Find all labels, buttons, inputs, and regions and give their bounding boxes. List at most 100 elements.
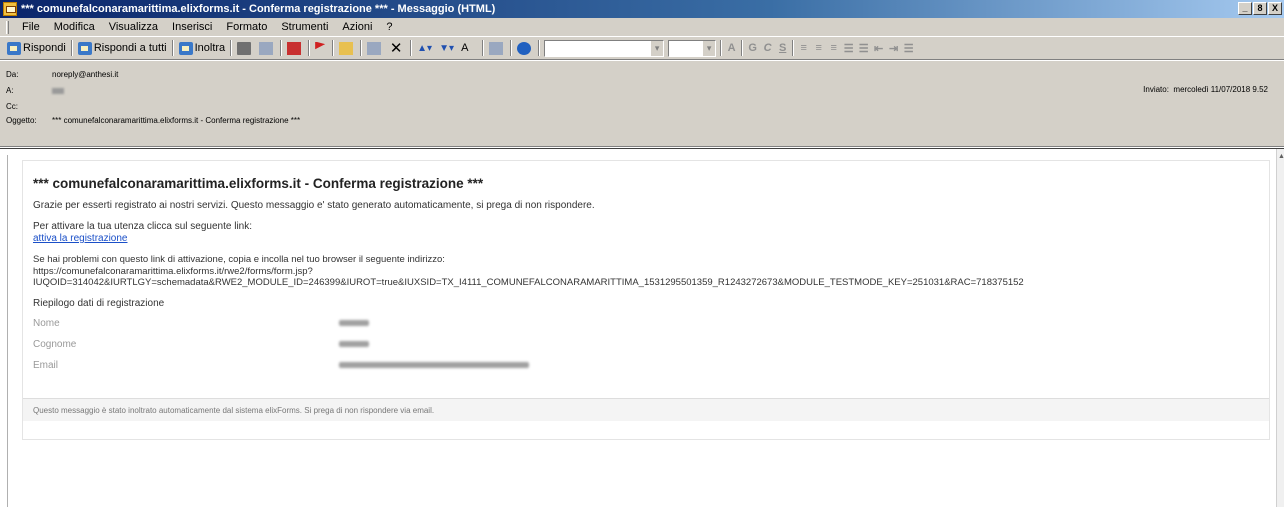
summary-table: Nome Cognome Email bbox=[33, 313, 1259, 376]
toolbar-separator bbox=[280, 40, 283, 56]
help-button[interactable] bbox=[514, 39, 536, 58]
data-row: Nome bbox=[33, 313, 1259, 334]
copy-button[interactable] bbox=[256, 39, 278, 58]
close-button[interactable]: X bbox=[1268, 2, 1282, 15]
cc-row: Cc: bbox=[6, 102, 52, 111]
font-size-combo[interactable] bbox=[668, 39, 717, 57]
url-line-2: IUQOID=314042&IURTLGY=schemadata&RWE2_MO… bbox=[33, 277, 1024, 288]
menu-modifica[interactable]: Modifica bbox=[47, 21, 102, 33]
envelope-icon bbox=[3, 2, 17, 16]
fallback-instructions: Se hai problemi con questo link di attiv… bbox=[33, 254, 1259, 289]
toolbar-separator bbox=[308, 40, 311, 56]
font-color-button[interactable]: A bbox=[724, 42, 739, 54]
font-size-icon: A bbox=[461, 41, 469, 54]
move-button[interactable] bbox=[284, 39, 306, 58]
activate-instructions: Per attivare la tua utenza clicca sul se… bbox=[33, 221, 1259, 245]
forward-button[interactable]: Inoltra bbox=[176, 39, 229, 58]
thanks-text: Grazie per esserti registrato ai nostri … bbox=[33, 200, 595, 211]
menu-strumenti[interactable]: Strumenti bbox=[274, 21, 335, 33]
field-label: Cognome bbox=[33, 338, 77, 350]
align-right-button[interactable]: ≡ bbox=[826, 42, 841, 54]
toolbar-separator bbox=[741, 40, 744, 56]
next-item-button[interactable]: ▼▾ bbox=[436, 39, 458, 58]
sent-info: Inviato: mercoledì 11/07/2018 9.52 bbox=[1143, 85, 1268, 94]
field-label: Email bbox=[33, 359, 59, 371]
italic-button[interactable]: C bbox=[760, 42, 775, 54]
toolbar-separator bbox=[360, 40, 363, 56]
forward-label: Inoltra bbox=[194, 42, 226, 54]
to-value-redacted[interactable] bbox=[52, 88, 64, 94]
cc-label: Cc: bbox=[6, 102, 18, 111]
reply-label: Rispondi bbox=[23, 42, 66, 54]
subject-value: *** comunefalconaramarittima.elixforms.i… bbox=[52, 116, 301, 125]
menu-formato[interactable]: Formato bbox=[219, 21, 274, 33]
sent-value: mercoledì 11/07/2018 9.52 bbox=[1173, 85, 1268, 94]
font-size-button[interactable]: A bbox=[458, 39, 480, 58]
reply-all-label: Rispondi a tutti bbox=[93, 42, 167, 54]
align-center-button[interactable]: ≡ bbox=[811, 42, 826, 54]
previous-item-button[interactable]: ▲▾ bbox=[414, 39, 436, 58]
toolbar: Rispondi Rispondi a tutti Inoltra ✕ ▲▾ ▼… bbox=[0, 37, 1284, 60]
reply-all-button[interactable]: Rispondi a tutti bbox=[75, 39, 170, 58]
vertical-scrollbar[interactable]: ▲ bbox=[1276, 149, 1284, 507]
print-button[interactable] bbox=[234, 39, 256, 58]
reply-all-icon bbox=[77, 41, 92, 55]
menu-file[interactable]: File bbox=[15, 21, 47, 33]
activate-link[interactable]: attiva la registrazione bbox=[33, 233, 128, 244]
address-book-button[interactable] bbox=[364, 39, 386, 58]
reply-button[interactable]: Rispondi bbox=[4, 39, 69, 58]
sent-label: Inviato: bbox=[1143, 85, 1169, 94]
window-controls: _ 8 X bbox=[1238, 2, 1282, 15]
style-combo[interactable] bbox=[544, 39, 665, 57]
to-label: A: bbox=[6, 86, 14, 95]
bullets-button[interactable]: ☰ bbox=[841, 42, 856, 55]
menu-visualizza[interactable]: Visualizza bbox=[102, 21, 165, 33]
decrease-indent-button[interactable]: ⇤ bbox=[871, 42, 886, 55]
menu-help[interactable]: ? bbox=[379, 21, 399, 33]
data-row: Cognome bbox=[33, 334, 1259, 355]
summary-title: Riepilogo dati di registrazione bbox=[33, 297, 165, 309]
menu-inserisci[interactable]: Inserisci bbox=[165, 21, 219, 33]
email-card: *** comunefalconaramarittima.elixforms.i… bbox=[22, 160, 1270, 440]
increase-indent-button[interactable]: ⇥ bbox=[886, 42, 901, 55]
underline-button[interactable]: S bbox=[775, 42, 790, 54]
bold-button[interactable]: G bbox=[745, 42, 760, 54]
toolbar-separator bbox=[538, 40, 541, 56]
from-row: Da: noreply@anthesi.it bbox=[6, 70, 118, 79]
delete-button[interactable]: ✕ bbox=[386, 39, 408, 58]
flag-button[interactable] bbox=[312, 39, 330, 58]
left-border bbox=[7, 155, 8, 507]
field-value-redacted bbox=[339, 341, 369, 347]
toolbar-separator bbox=[792, 40, 795, 56]
toolbar-separator bbox=[482, 40, 485, 56]
from-value[interactable]: noreply@anthesi.it bbox=[52, 70, 118, 79]
url-line-1: https://comunefalconaramarittima.elixfor… bbox=[33, 265, 313, 277]
field-label: Nome bbox=[33, 317, 60, 329]
title-bar: *** comunefalconaramarittima.elixforms.i… bbox=[0, 0, 1284, 18]
toolbar-separator bbox=[510, 40, 513, 56]
email-card-content: *** comunefalconaramarittima.elixforms.i… bbox=[23, 161, 1269, 398]
arrow-up-icon: ▲▾ bbox=[417, 42, 433, 54]
forward-icon bbox=[178, 41, 193, 55]
maximize-button[interactable]: 8 bbox=[1253, 2, 1267, 15]
toolbar-separator bbox=[410, 40, 413, 56]
numbering-button[interactable]: ☰ bbox=[856, 42, 871, 55]
address-book-icon bbox=[367, 41, 382, 55]
menu-grip[interactable] bbox=[6, 20, 9, 34]
folder-button[interactable] bbox=[336, 39, 358, 58]
menu-azioni[interactable]: Azioni bbox=[335, 21, 379, 33]
message-body[interactable]: *** comunefalconaramarittima.elixforms.i… bbox=[0, 148, 1284, 507]
window-title: *** comunefalconaramarittima.elixforms.i… bbox=[21, 3, 496, 15]
encoding-icon bbox=[489, 41, 504, 55]
subject-label: Oggetto: bbox=[6, 116, 37, 125]
from-label: Da: bbox=[6, 70, 19, 79]
problem-text: Se hai problemi con questo link di attiv… bbox=[33, 254, 445, 265]
subject-row: Oggetto: *** comunefalconaramarittima.el… bbox=[6, 116, 300, 125]
toolbar-separator bbox=[332, 40, 335, 56]
align-left-button[interactable]: ≡ bbox=[796, 42, 811, 54]
encoding-button[interactable] bbox=[486, 39, 508, 58]
scroll-up-icon[interactable]: ▲ bbox=[1278, 153, 1284, 160]
help-icon bbox=[517, 41, 532, 55]
line-button[interactable]: ☰ bbox=[901, 42, 916, 55]
minimize-button[interactable]: _ bbox=[1238, 2, 1252, 15]
